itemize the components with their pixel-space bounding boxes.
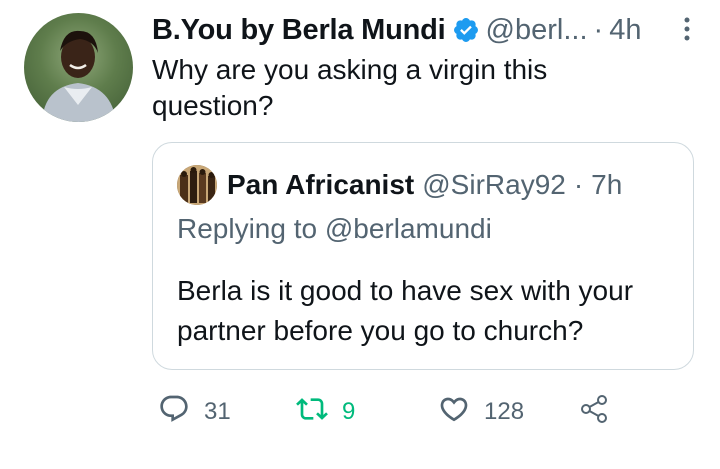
tweet-actions: 31 9 128	[152, 392, 672, 432]
share-button[interactable]	[578, 392, 610, 432]
quoted-separator-dot: ·	[573, 169, 584, 200]
like-count: 128	[484, 398, 525, 425]
retweet-icon	[296, 393, 328, 432]
quoted-tweet[interactable]: Pan Africanist @SirRay92 · 7h Replying t…	[152, 142, 694, 370]
verified-icon	[452, 16, 480, 44]
reply-button[interactable]: 31	[158, 392, 231, 432]
reply-count: 31	[204, 398, 231, 425]
retweet-count: 9	[342, 398, 356, 425]
author-handle[interactable]: @berl...	[486, 14, 588, 47]
retweet-button[interactable]: 9	[296, 392, 355, 432]
reply-icon	[158, 393, 190, 432]
quoted-tweet-time[interactable]: 7h	[591, 169, 622, 201]
tweet-text: Why are you asking a virgin this questio…	[152, 54, 548, 121]
author-avatar[interactable]	[24, 13, 133, 122]
separator-dot: ·	[593, 13, 604, 46]
quoted-author-handle[interactable]: @SirRay92	[422, 169, 566, 201]
quoted-tweet-text: Berla is it good to have sex with your p…	[177, 275, 634, 346]
quoted-author-avatar[interactable]	[177, 165, 217, 205]
quoted-author-name[interactable]: Pan Africanist	[227, 169, 414, 201]
quoted-tweet-header: Pan Africanist @SirRay92 · 7h	[227, 163, 622, 207]
replying-to[interactable]: Replying to @berlamundi	[177, 213, 492, 245]
like-icon	[438, 393, 470, 432]
avatar-image	[42, 30, 116, 122]
like-button[interactable]: 128	[438, 392, 524, 432]
quoted-avatar-image	[177, 165, 217, 205]
share-icon	[578, 393, 610, 432]
tweet-time[interactable]: 4h	[609, 14, 641, 47]
author-name[interactable]: B.You by Berla Mundi	[152, 14, 446, 47]
more-icon[interactable]	[682, 16, 692, 42]
tweet-header: B.You by Berla Mundi @berl... · 4h	[152, 10, 700, 50]
